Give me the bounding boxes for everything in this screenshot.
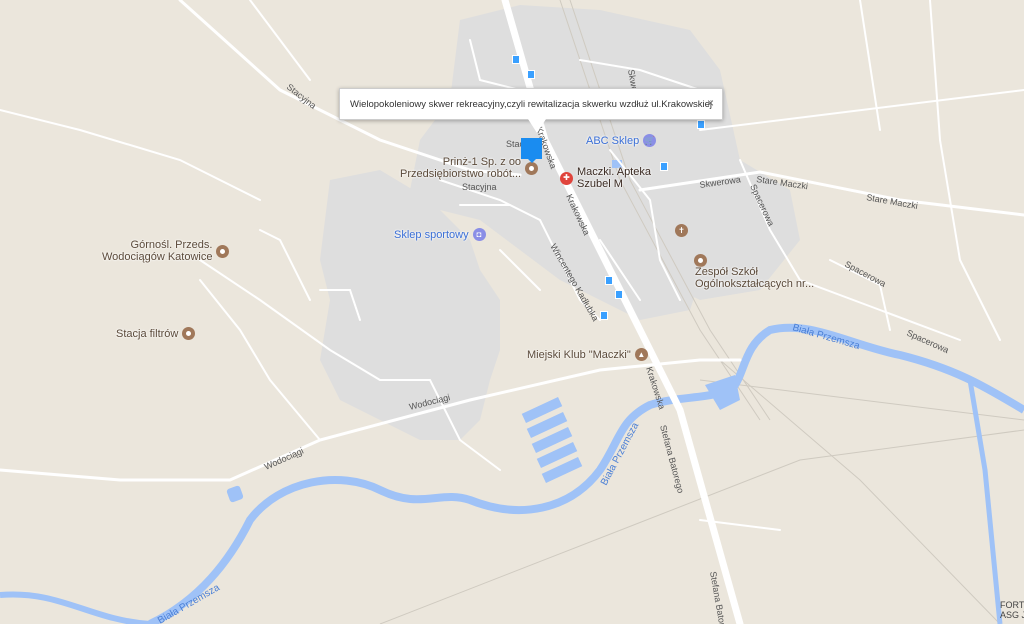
poi-label: Prinż-1 Sp. z oo Przedsiębiorstwo robót.… <box>400 156 522 180</box>
bus-stop-icon[interactable] <box>605 276 613 285</box>
road-label: Stare Maczki <box>866 192 919 211</box>
poi-wodociagi[interactable]: Górnośl. Przeds. Wodociągów Katowice <box>102 239 230 263</box>
poi-church[interactable]: ✝ <box>675 224 688 237</box>
close-icon[interactable]: × <box>707 96 714 110</box>
map-canvas[interactable]: Stacyjna Stacyjna Krakowska Krakowska St… <box>0 0 1024 624</box>
shopping-bag-icon: ◘ <box>472 228 486 241</box>
poi-prinz[interactable]: Prinż-1 Sp. z oo Przedsiębiorstwo robót.… <box>400 156 539 180</box>
poi-label: Sklep sportowy <box>394 228 469 241</box>
circle-icon <box>182 327 196 340</box>
poi-label: Miejski Klub "Maczki" <box>527 348 631 361</box>
bus-stop-icon[interactable] <box>600 311 608 320</box>
bus-stop-icon[interactable] <box>512 55 520 64</box>
circle-icon <box>216 244 230 258</box>
building-icon: ▲ <box>634 348 648 361</box>
poi-zespol-szkol[interactable]: Zespół Szkół Ogólnokształcących nr... <box>694 254 814 290</box>
info-window-text: Wielopokoleniowy skwer rekreacyjny,czyli… <box>350 98 712 110</box>
poi-sklep-sportowy[interactable]: Sklep sportowy ◘ <box>394 228 486 241</box>
info-window-pointer <box>528 119 546 133</box>
bus-stop-icon[interactable] <box>660 162 668 171</box>
church-icon: ✝ <box>675 224 688 237</box>
bus-stop-icon[interactable] <box>527 70 535 79</box>
selected-location-marker[interactable] <box>521 138 542 163</box>
shopping-cart-icon: 🛒 <box>643 134 657 147</box>
info-window: Wielopokoleniowy skwer rekreacyjny,czyli… <box>339 88 723 133</box>
poi-apteka[interactable]: ✚ Maczki. Apteka Szubel M <box>560 166 651 190</box>
road-label: Spacerowa <box>843 259 887 289</box>
poi-abc-sklep[interactable]: ABC Sklep 🛒 <box>586 134 657 147</box>
poi-stacja-filtrow[interactable]: Stacja filtrów <box>116 327 196 340</box>
edge-label: FORTASG JAWO <box>1000 600 1024 620</box>
road-label: Stacyjna <box>462 182 497 192</box>
pharmacy-icon: ✚ <box>560 171 573 185</box>
poi-label: Maczki. Apteka Szubel M <box>577 166 651 190</box>
road-label: Stefana Batorego <box>658 424 686 494</box>
poi-label: Górnośl. Przeds. Wodociągów Katowice <box>102 239 213 263</box>
circle-icon <box>525 161 539 175</box>
bus-stop-icon[interactable] <box>615 290 623 299</box>
bus-stop-icon[interactable] <box>697 120 705 129</box>
poi-label: Zespół Szkół Ogólnokształcących nr... <box>695 266 815 290</box>
road-label: Spacerowa <box>905 328 950 355</box>
poi-label: ABC Sklep <box>586 134 640 147</box>
poi-miejski-klub[interactable]: Miejski Klub "Maczki" ▲ <box>527 348 648 361</box>
ponds <box>521 397 583 483</box>
river-label: Biała Przemsza <box>156 582 222 624</box>
poi-label: Stacja filtrów <box>116 327 179 340</box>
rivers <box>0 323 1024 624</box>
road-label: Wodociągi <box>263 446 305 472</box>
